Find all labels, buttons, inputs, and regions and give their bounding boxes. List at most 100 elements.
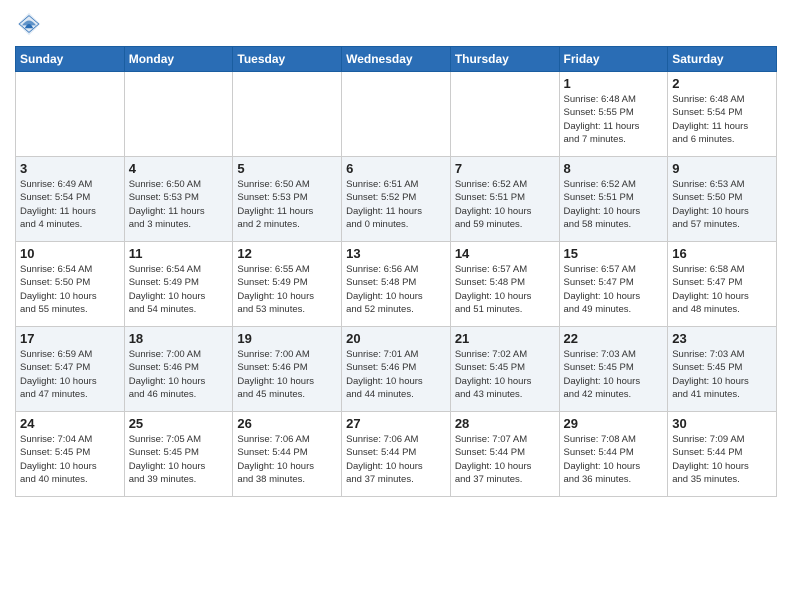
calendar-cell: 23Sunrise: 7:03 AM Sunset: 5:45 PM Dayli…	[668, 327, 777, 412]
day-info: Sunrise: 6:49 AM Sunset: 5:54 PM Dayligh…	[20, 178, 120, 231]
day-info: Sunrise: 6:50 AM Sunset: 5:53 PM Dayligh…	[237, 178, 337, 231]
day-info: Sunrise: 6:57 AM Sunset: 5:48 PM Dayligh…	[455, 263, 555, 316]
calendar-cell: 7 Sunrise: 6:52 AM Sunset: 5:51 PM Daylig…	[450, 157, 559, 242]
calendar-cell	[124, 72, 233, 157]
day-info: Sunrise: 6:51 AM Sunset: 5:52 PM Dayligh…	[346, 178, 446, 231]
day-number: 11	[129, 246, 229, 261]
calendar-cell: 15Sunrise: 6:57 AM Sunset: 5:47 PM Dayli…	[559, 242, 668, 327]
calendar-cell: 11 Sunrise: 6:54 AM Sunset: 5:49 PM Dayli…	[124, 242, 233, 327]
day-number: 24	[20, 416, 120, 431]
calendar-cell: 2 Sunrise: 6:48 AM Sunset: 5:54 PM Daylig…	[668, 72, 777, 157]
calendar-cell: 21Sunrise: 7:02 AM Sunset: 5:45 PM Dayli…	[450, 327, 559, 412]
calendar-cell: 5 Sunrise: 6:50 AM Sunset: 5:53 PM Daylig…	[233, 157, 342, 242]
day-number: 26	[237, 416, 337, 431]
day-number: 7	[455, 161, 555, 176]
weekday-header: Thursday	[450, 47, 559, 72]
calendar-cell: 28 Sunrise: 7:07 AM Sunset: 5:44 PM Dayli…	[450, 412, 559, 497]
calendar-week-row: 17 Sunrise: 6:59 AM Sunset: 5:47 PM Dayli…	[16, 327, 777, 412]
day-info: Sunrise: 7:02 AM Sunset: 5:45 PM Dayligh…	[455, 348, 555, 401]
day-number: 19	[237, 331, 337, 346]
day-info: Sunrise: 6:48 AM Sunset: 5:55 PM Dayligh…	[564, 93, 664, 146]
calendar-cell: 8 Sunrise: 6:52 AM Sunset: 5:51 PM Daylig…	[559, 157, 668, 242]
calendar-cell: 1 Sunrise: 6:48 AM Sunset: 5:55 PM Daylig…	[559, 72, 668, 157]
day-number: 17	[20, 331, 120, 346]
day-number: 3	[20, 161, 120, 176]
day-number: 30	[672, 416, 772, 431]
day-number: 28	[455, 416, 555, 431]
day-number: 27	[346, 416, 446, 431]
calendar-cell: 16Sunrise: 6:58 AM Sunset: 5:47 PM Dayli…	[668, 242, 777, 327]
calendar-cell: 12 Sunrise: 6:55 AM Sunset: 5:49 PM Dayli…	[233, 242, 342, 327]
weekday-header: Wednesday	[342, 47, 451, 72]
day-info: Sunrise: 7:00 AM Sunset: 5:46 PM Dayligh…	[129, 348, 229, 401]
day-info: Sunrise: 7:08 AM Sunset: 5:44 PM Dayligh…	[564, 433, 664, 486]
calendar-cell: 13 Sunrise: 6:56 AM Sunset: 5:48 PM Dayli…	[342, 242, 451, 327]
calendar-table: SundayMondayTuesdayWednesdayThursdayFrid…	[15, 46, 777, 497]
calendar-cell: 17 Sunrise: 6:59 AM Sunset: 5:47 PM Dayli…	[16, 327, 125, 412]
calendar-cell	[233, 72, 342, 157]
day-info: Sunrise: 6:58 AM Sunset: 5:47 PM Dayligh…	[672, 263, 772, 316]
calendar-cell: 25Sunrise: 7:05 AM Sunset: 5:45 PM Dayli…	[124, 412, 233, 497]
calendar-cell: 20Sunrise: 7:01 AM Sunset: 5:46 PM Dayli…	[342, 327, 451, 412]
day-number: 25	[129, 416, 229, 431]
calendar-cell: 3 Sunrise: 6:49 AM Sunset: 5:54 PM Daylig…	[16, 157, 125, 242]
calendar-week-row: 1 Sunrise: 6:48 AM Sunset: 5:55 PM Daylig…	[16, 72, 777, 157]
day-number: 5	[237, 161, 337, 176]
day-number: 2	[672, 76, 772, 91]
weekday-header: Saturday	[668, 47, 777, 72]
day-info: Sunrise: 7:04 AM Sunset: 5:45 PM Dayligh…	[20, 433, 120, 486]
logo	[15, 10, 47, 38]
calendar-cell: 6 Sunrise: 6:51 AM Sunset: 5:52 PM Daylig…	[342, 157, 451, 242]
day-info: Sunrise: 6:55 AM Sunset: 5:49 PM Dayligh…	[237, 263, 337, 316]
calendar-cell: 24 Sunrise: 7:04 AM Sunset: 5:45 PM Dayli…	[16, 412, 125, 497]
day-number: 8	[564, 161, 664, 176]
day-info: Sunrise: 7:03 AM Sunset: 5:45 PM Dayligh…	[672, 348, 772, 401]
calendar-cell	[342, 72, 451, 157]
day-info: Sunrise: 6:54 AM Sunset: 5:50 PM Dayligh…	[20, 263, 120, 316]
calendar-cell: 19 Sunrise: 7:00 AM Sunset: 5:46 PM Dayli…	[233, 327, 342, 412]
day-number: 22	[564, 331, 664, 346]
calendar-cell: 26 Sunrise: 7:06 AM Sunset: 5:44 PM Dayli…	[233, 412, 342, 497]
logo-icon	[15, 10, 43, 38]
day-number: 4	[129, 161, 229, 176]
day-info: Sunrise: 7:01 AM Sunset: 5:46 PM Dayligh…	[346, 348, 446, 401]
weekday-header: Friday	[559, 47, 668, 72]
day-info: Sunrise: 7:09 AM Sunset: 5:44 PM Dayligh…	[672, 433, 772, 486]
header	[15, 10, 777, 38]
day-number: 1	[564, 76, 664, 91]
calendar-cell: 18 Sunrise: 7:00 AM Sunset: 5:46 PM Dayli…	[124, 327, 233, 412]
day-info: Sunrise: 6:52 AM Sunset: 5:51 PM Dayligh…	[455, 178, 555, 231]
day-info: Sunrise: 7:00 AM Sunset: 5:46 PM Dayligh…	[237, 348, 337, 401]
day-number: 10	[20, 246, 120, 261]
weekday-header: Sunday	[16, 47, 125, 72]
page: SundayMondayTuesdayWednesdayThursdayFrid…	[0, 0, 792, 512]
day-number: 12	[237, 246, 337, 261]
calendar-cell	[450, 72, 559, 157]
calendar-cell: 29 Sunrise: 7:08 AM Sunset: 5:44 PM Dayli…	[559, 412, 668, 497]
day-info: Sunrise: 7:07 AM Sunset: 5:44 PM Dayligh…	[455, 433, 555, 486]
day-info: Sunrise: 6:52 AM Sunset: 5:51 PM Dayligh…	[564, 178, 664, 231]
day-info: Sunrise: 6:48 AM Sunset: 5:54 PM Dayligh…	[672, 93, 772, 146]
day-number: 29	[564, 416, 664, 431]
day-info: Sunrise: 7:03 AM Sunset: 5:45 PM Dayligh…	[564, 348, 664, 401]
day-number: 13	[346, 246, 446, 261]
day-info: Sunrise: 6:54 AM Sunset: 5:49 PM Dayligh…	[129, 263, 229, 316]
calendar-cell: 27 Sunrise: 7:06 AM Sunset: 5:44 PM Dayli…	[342, 412, 451, 497]
calendar-cell: 14Sunrise: 6:57 AM Sunset: 5:48 PM Dayli…	[450, 242, 559, 327]
day-info: Sunrise: 6:59 AM Sunset: 5:47 PM Dayligh…	[20, 348, 120, 401]
calendar-cell	[16, 72, 125, 157]
day-info: Sunrise: 6:56 AM Sunset: 5:48 PM Dayligh…	[346, 263, 446, 316]
calendar-cell: 4Sunrise: 6:50 AM Sunset: 5:53 PM Daylig…	[124, 157, 233, 242]
day-number: 6	[346, 161, 446, 176]
calendar-week-row: 24 Sunrise: 7:04 AM Sunset: 5:45 PM Dayli…	[16, 412, 777, 497]
day-number: 18	[129, 331, 229, 346]
day-number: 9	[672, 161, 772, 176]
day-info: Sunrise: 6:57 AM Sunset: 5:47 PM Dayligh…	[564, 263, 664, 316]
day-info: Sunrise: 6:53 AM Sunset: 5:50 PM Dayligh…	[672, 178, 772, 231]
day-info: Sunrise: 7:06 AM Sunset: 5:44 PM Dayligh…	[237, 433, 337, 486]
day-info: Sunrise: 7:06 AM Sunset: 5:44 PM Dayligh…	[346, 433, 446, 486]
calendar-cell: 9 Sunrise: 6:53 AM Sunset: 5:50 PM Daylig…	[668, 157, 777, 242]
calendar-cell: 10 Sunrise: 6:54 AM Sunset: 5:50 PM Dayli…	[16, 242, 125, 327]
weekday-header-row: SundayMondayTuesdayWednesdayThursdayFrid…	[16, 47, 777, 72]
weekday-header: Monday	[124, 47, 233, 72]
